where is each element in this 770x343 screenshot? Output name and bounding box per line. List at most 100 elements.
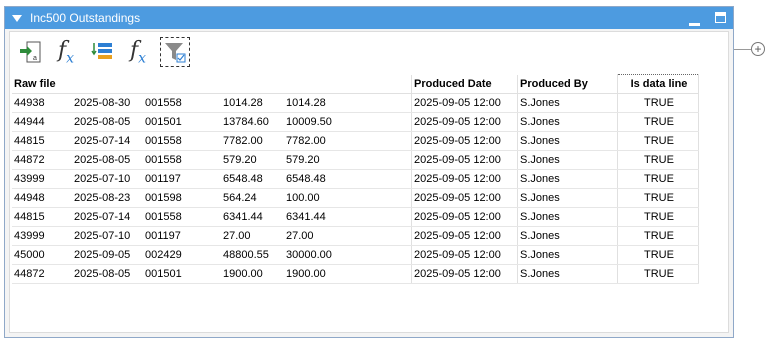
table-cell[interactable]: TRUE [617,226,699,246]
table-cell[interactable]: 1014.28 [221,93,284,113]
table-cell[interactable]: 100.00 [284,188,412,208]
table-row[interactable]: 45000 2025-09-05 002429 48800.55 30000.00 202… [12,245,699,265]
table-cell[interactable]: 27.00 [221,226,284,246]
table-row[interactable]: 43999 2025-07-10 001197 6548.48 6548.48 2025-… [12,169,699,189]
table-cell[interactable]: S.Jones [517,245,618,265]
table-cell[interactable]: 001501 [143,112,221,132]
column-header-2[interactable] [72,74,143,94]
table-cell[interactable]: 44872 [12,150,72,170]
column-header-is-data-line[interactable]: Is data line [617,74,699,94]
table-cell[interactable]: 001558 [143,131,221,151]
table-cell[interactable]: 001197 [143,169,221,189]
table-cell[interactable]: TRUE [617,188,699,208]
table-cell[interactable]: 2025-09-05 12:00 [411,93,518,113]
table-cell[interactable]: S.Jones [517,169,618,189]
table-cell[interactable]: 579.20 [284,150,412,170]
table-cell[interactable]: 30000.00 [284,245,412,265]
table-cell[interactable]: TRUE [617,245,699,265]
table-cell[interactable]: 44948 [12,188,72,208]
table-cell[interactable]: 002429 [143,245,221,265]
minimize-button[interactable] [689,15,700,26]
table-cell[interactable]: 2025-08-23 [72,188,143,208]
table-cell[interactable]: 2025-08-05 [72,112,143,132]
table-cell[interactable]: 43999 [12,226,72,246]
table-cell[interactable]: 2025-07-10 [72,169,143,189]
table-cell[interactable]: 001197 [143,226,221,246]
table-cell[interactable]: 579.20 [221,150,284,170]
table-cell[interactable]: 45000 [12,245,72,265]
table-cell[interactable]: 2025-09-05 12:00 [411,245,518,265]
table-row[interactable]: 44872 2025-08-05 001558 579.20 579.20 2025-09… [12,150,699,170]
filter-button[interactable] [160,37,190,67]
table-cell[interactable]: S.Jones [517,131,618,151]
table-row[interactable]: 44948 2025-08-23 001598 564.24 100.00 2025-09… [12,188,699,208]
table-cell[interactable]: 2025-09-05 [72,245,143,265]
table-cell[interactable]: 27.00 [284,226,412,246]
table-cell[interactable]: S.Jones [517,207,618,227]
table-cell[interactable]: 2025-07-14 [72,207,143,227]
table-row[interactable]: 44872 2025-08-05 001501 1900.00 1900.00 2025-… [12,264,699,284]
table-cell[interactable]: 6548.48 [221,169,284,189]
table-cell[interactable]: S.Jones [517,264,618,284]
column-header-3[interactable] [143,74,221,94]
table-cell[interactable]: 7782.00 [284,131,412,151]
table-cell[interactable]: 2025-09-05 12:00 [411,169,518,189]
table-cell[interactable]: 44815 [12,131,72,151]
formula-2-button[interactable]: fx [124,38,152,66]
table-cell[interactable]: 001558 [143,207,221,227]
collapse-triangle-icon[interactable] [12,14,22,22]
table-cell[interactable]: TRUE [617,131,699,151]
table-cell[interactable]: 10009.50 [284,112,412,132]
maximize-button[interactable] [715,12,726,23]
table-cell[interactable]: 2025-08-30 [72,93,143,113]
table-cell[interactable]: 2025-09-05 12:00 [411,188,518,208]
table-cell[interactable]: 564.24 [221,188,284,208]
table-cell[interactable]: 2025-09-05 12:00 [411,131,518,151]
table-cell[interactable]: 6341.44 [284,207,412,227]
table-cell[interactable]: 001501 [143,264,221,284]
table-cell[interactable]: TRUE [617,264,699,284]
table-cell[interactable]: 2025-09-05 12:00 [411,264,518,284]
table-cell[interactable]: 2025-08-05 [72,150,143,170]
add-output-button[interactable]: + [751,42,765,56]
table-row[interactable]: 44815 2025-07-14 001558 7782.00 7782.00 2025-… [12,131,699,151]
table-cell[interactable]: 1014.28 [284,93,412,113]
table-cell[interactable]: TRUE [617,93,699,113]
table-cell[interactable]: 7782.00 [221,131,284,151]
import-data-button[interactable]: a [16,38,44,66]
table-cell[interactable]: 6341.44 [221,207,284,227]
table-cell[interactable]: S.Jones [517,93,618,113]
table-cell[interactable]: TRUE [617,112,699,132]
table-cell[interactable]: 44815 [12,207,72,227]
table-cell[interactable]: 6548.48 [284,169,412,189]
table-row[interactable]: 44815 2025-07-14 001558 6341.44 6341.44 2025-… [12,207,699,227]
table-cell[interactable]: S.Jones [517,150,618,170]
table-cell[interactable]: 2025-07-10 [72,226,143,246]
column-header-produced-by[interactable]: Produced By [517,74,618,94]
table-cell[interactable]: TRUE [617,207,699,227]
table-cell[interactable]: 44944 [12,112,72,132]
table-cell[interactable]: 001598 [143,188,221,208]
table-row[interactable]: 43999 2025-07-10 001197 27.00 27.00 2025-09-0… [12,226,699,246]
table-cell[interactable]: 2025-09-05 12:00 [411,207,518,227]
table-cell[interactable]: 43999 [12,169,72,189]
column-header-raw-file[interactable]: Raw file [12,74,72,94]
table-cell[interactable]: 001558 [143,93,221,113]
table-cell[interactable]: 48800.55 [221,245,284,265]
table-row[interactable]: 44938 2025-08-30 001558 1014.28 1014.28 2025-… [12,93,699,113]
table-cell[interactable]: 44938 [12,93,72,113]
column-header-5[interactable] [284,74,412,94]
table-cell[interactable]: 2025-09-05 12:00 [411,150,518,170]
table-cell[interactable]: 2025-08-05 [72,264,143,284]
table-cell[interactable]: TRUE [617,150,699,170]
table-cell[interactable]: 001558 [143,150,221,170]
table-cell[interactable]: 2025-09-05 12:00 [411,112,518,132]
table-cell[interactable]: 44872 [12,264,72,284]
table-cell[interactable]: 2025-07-14 [72,131,143,151]
table-cell[interactable]: 1900.00 [284,264,412,284]
column-header-4[interactable] [221,74,284,94]
table-cell[interactable]: 2025-09-05 12:00 [411,226,518,246]
formula-button[interactable]: fx [52,38,80,66]
table-cell[interactable]: TRUE [617,169,699,189]
panel-titlebar[interactable]: Inc500 Outstandings [5,7,733,29]
